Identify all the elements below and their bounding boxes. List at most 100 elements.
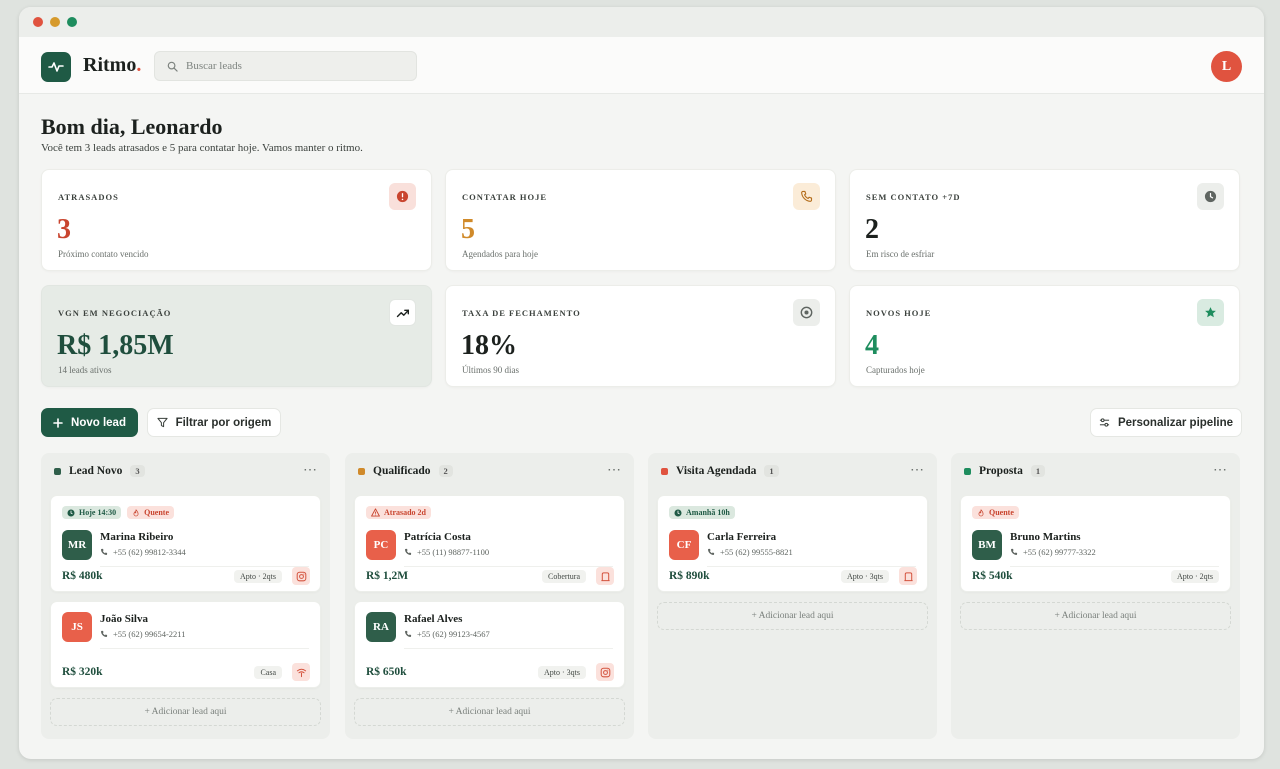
column-count-badge: 1 — [1030, 465, 1046, 477]
lead-phone: +55 (62) 99555-8821 — [707, 547, 793, 557]
more-options-icon[interactable]: ⋯ — [910, 462, 925, 479]
column-count-badge: 1 — [764, 465, 779, 477]
overdue-tag: Atrasado 2d — [366, 506, 432, 519]
pipeline-column-lead-novo: Lead Novo 3 ⋯ Hoje 14:30 Quente MR Marina Ribe… — [41, 453, 330, 739]
search-box[interactable] — [154, 51, 417, 81]
user-avatar[interactable]: L — [1211, 51, 1242, 82]
column-color-marker — [54, 467, 61, 475]
minimize-window-button[interactable] — [50, 17, 60, 27]
stat-card-vgn-em-negociacao[interactable]: VGN EM NEGOCIAÇÃO R$ 1,85M 14 leads ativos — [41, 285, 432, 387]
add-lead-here-button[interactable]: + Adicionar lead aqui — [960, 602, 1231, 630]
add-lead-here-button[interactable]: + Adicionar lead aqui — [657, 602, 928, 630]
lead-card[interactable]: Hoje 14:30 Quente MR Marina Ribeiro +55 (62)… — [50, 495, 321, 592]
new-lead-button[interactable]: Novo lead — [41, 408, 138, 437]
instagram-icon — [596, 663, 614, 681]
greeting-subtitle: Você tem 3 leads atrasados e 5 para cont… — [41, 142, 363, 154]
card-divider — [1010, 566, 1219, 567]
column-header: Visita Agendada 1 — [661, 465, 779, 477]
stat-value: 2 — [865, 214, 879, 245]
building-icon — [899, 567, 917, 585]
stat-label: CONTATAR HOJE — [462, 192, 548, 202]
lead-phone: +55 (62) 99123-4567 — [404, 629, 490, 639]
lead-card[interactable]: Atrasado 2d PC Patrícia Costa +55 (11) 9887… — [354, 495, 625, 592]
filter-origin-button[interactable]: Filtrar por origem — [147, 408, 281, 437]
search-input[interactable] — [186, 60, 386, 72]
customize-pipeline-button[interactable]: Personalizar pipeline — [1090, 408, 1242, 437]
tag-text: Quente — [144, 508, 169, 517]
stat-value: 3 — [57, 214, 71, 245]
column-title: Visita Agendada — [676, 465, 757, 477]
lead-price: R$ 540k — [972, 570, 1013, 582]
lead-price: R$ 1,2M — [366, 570, 409, 582]
clock-icon — [1197, 183, 1224, 210]
card-divider — [100, 648, 309, 649]
stat-card-contatar-hoje[interactable]: CONTATAR HOJE 5 Agendados para hoje — [445, 169, 836, 271]
lead-card[interactable]: JS João Silva +55 (62) 99654-2211 R$ 320k Ca… — [50, 601, 321, 688]
property-type-badge: Cobertura — [542, 570, 586, 583]
target-icon — [793, 299, 820, 326]
stat-subtitle: Próximo contato vencido — [58, 249, 149, 259]
lead-phone: +55 (62) 99654-2211 — [100, 629, 185, 639]
lead-card[interactable]: Amanhã 10h CF Carla Ferreira +55 (62) 99555… — [657, 495, 928, 592]
more-options-icon[interactable]: ⋯ — [303, 462, 318, 479]
stat-card-sem-contato-7d[interactable]: SEM CONTATO +7D 2 Em risco de esfriar — [849, 169, 1240, 271]
phone-icon — [100, 630, 108, 638]
card-tags: Atrasado 2d — [366, 506, 432, 519]
lead-price: R$ 480k — [62, 570, 103, 582]
card-divider — [707, 566, 916, 567]
column-header: Qualificado 2 — [358, 465, 453, 477]
stat-label: VGN EM NEGOCIAÇÃO — [58, 308, 172, 318]
phone-icon — [404, 548, 412, 556]
lead-avatar: RA — [366, 612, 396, 642]
column-header: Lead Novo 3 — [54, 465, 145, 477]
stat-subtitle: 14 leads ativos — [58, 365, 112, 375]
column-title: Lead Novo — [69, 465, 123, 477]
tag-text: Amanhã 10h — [686, 508, 730, 517]
pulse-logo-icon[interactable] — [41, 52, 71, 82]
stat-card-novos-hoje[interactable]: NOVOS HOJE 4 Capturados hoje — [849, 285, 1240, 387]
stat-card-atrasados[interactable]: ATRASADOS 3 Próximo contato vencido — [41, 169, 432, 271]
column-count-badge: 2 — [438, 465, 453, 477]
stat-value: 5 — [461, 214, 475, 245]
column-header: Proposta 1 — [964, 465, 1046, 477]
stat-card-taxa-de-fechamento[interactable]: TAXA DE FECHAMENTO 18% Últimos 90 dias — [445, 285, 836, 387]
tag-text: Atrasado 2d — [384, 508, 427, 517]
pipeline-column-proposta: Proposta 1 ⋯ Quente BM Bruno Martins +55 (62) … — [951, 453, 1240, 739]
add-lead-here-button[interactable]: + Adicionar lead aqui — [50, 698, 321, 726]
tag-text: Quente — [989, 508, 1014, 517]
app-window: Ritmo. L Bom dia, Leonardo Você tem 3 le… — [19, 7, 1264, 759]
lead-phone: +55 (62) 99777-3322 — [1010, 547, 1096, 557]
lead-price: R$ 890k — [669, 570, 710, 582]
property-type-badge: Apto · 3qts — [841, 570, 889, 583]
lead-avatar: PC — [366, 530, 396, 560]
stat-label: TAXA DE FECHAMENTO — [462, 308, 581, 318]
maximize-window-button[interactable] — [67, 17, 77, 27]
more-options-icon[interactable]: ⋯ — [1213, 462, 1228, 479]
stat-label: SEM CONTATO +7D — [866, 192, 961, 202]
schedule-tag: Amanhã 10h — [669, 506, 735, 519]
column-color-marker — [964, 467, 971, 475]
lead-price: R$ 650k — [366, 666, 407, 678]
lead-card[interactable]: Quente BM Bruno Martins +55 (62) 99777-3322… — [960, 495, 1231, 592]
hot-tag: Quente — [972, 506, 1019, 519]
lead-phone-number: +55 (62) 99812-3344 — [113, 547, 186, 557]
window-titlebar — [19, 7, 1264, 37]
column-color-marker — [661, 467, 668, 475]
close-window-button[interactable] — [33, 17, 43, 27]
lead-name: Rafael Alves — [404, 613, 463, 625]
phone-icon — [1010, 548, 1018, 556]
lead-phone-number: +55 (62) 99123-4567 — [417, 629, 490, 639]
portal-icon — [292, 663, 310, 681]
trending-up-icon — [389, 299, 416, 326]
lead-phone-number: +55 (62) 99654-2211 — [113, 629, 186, 639]
plus-icon — [53, 417, 63, 428]
lead-card[interactable]: RA Rafael Alves +55 (62) 99123-4567 R$ 650k… — [354, 601, 625, 688]
stat-label: ATRASADOS — [58, 192, 119, 202]
property-type-badge: Apto · 3qts — [538, 666, 586, 679]
more-options-icon[interactable]: ⋯ — [607, 462, 622, 479]
stat-subtitle: Agendados para hoje — [462, 249, 538, 259]
property-type-badge: Apto · 2qts — [1171, 570, 1219, 583]
flame-icon — [132, 508, 140, 517]
top-bar: Ritmo. L — [19, 37, 1264, 94]
add-lead-here-button[interactable]: + Adicionar lead aqui — [354, 698, 625, 726]
